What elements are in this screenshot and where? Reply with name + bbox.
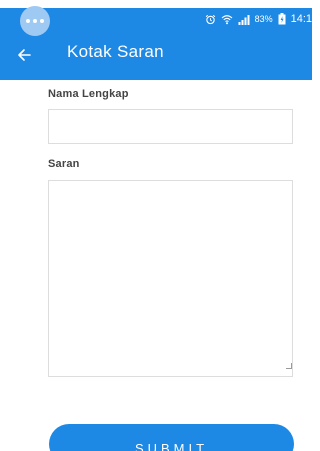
- arrow-left-icon: [18, 49, 31, 61]
- name-label: Nama Lengkap: [48, 88, 129, 100]
- floating-bubble[interactable]: [20, 6, 50, 36]
- battery-icon: [278, 13, 286, 25]
- battery-percent: 83%: [254, 14, 273, 24]
- suggestion-form: Nama Lengkap Saran: [48, 88, 294, 377]
- name-input[interactable]: [48, 109, 293, 144]
- status-icons: 83% 14:1: [205, 8, 312, 30]
- saran-textarea[interactable]: [48, 180, 293, 377]
- bubble-dot: [33, 19, 37, 23]
- wifi-icon: [221, 14, 233, 25]
- status-time: 14:1: [290, 13, 312, 25]
- submit-label: SUBMIT: [134, 440, 209, 451]
- page-title: Kotak Saran: [67, 42, 164, 61]
- back-button[interactable]: [13, 44, 35, 66]
- signal-icon: [238, 14, 250, 25]
- bubble-dot: [26, 19, 30, 23]
- saran-label: Saran: [48, 158, 80, 170]
- submit-button[interactable]: SUBMIT: [49, 424, 294, 451]
- bubble-dot: [40, 19, 44, 23]
- screen: 83% 14:1 Kotak Saran Nama Lengkap Saran …: [0, 0, 312, 451]
- alarm-icon: [205, 14, 216, 25]
